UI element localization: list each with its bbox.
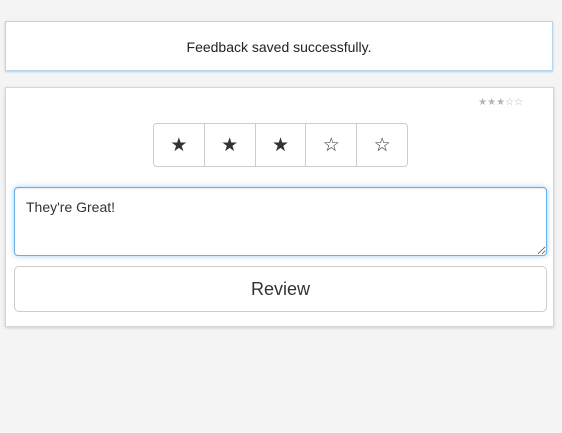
feedback-card: ★★★☆☆ ★ ★ ★ ☆ ☆ They're Great! Review (5, 87, 554, 327)
star-4-button[interactable]: ☆ (306, 124, 358, 166)
success-notification: Feedback saved successfully. (5, 21, 553, 71)
star-5-button[interactable]: ☆ (357, 124, 407, 166)
star-2-button[interactable]: ★ (204, 124, 256, 166)
star-3-button[interactable]: ★ (255, 124, 307, 166)
page: Feedback saved successfully. ★★★☆☆ ★ ★ ★… (0, 0, 562, 433)
notification-message: Feedback saved successfully. (186, 39, 372, 55)
comment-textarea[interactable]: They're Great! (14, 187, 547, 256)
star-1-button[interactable]: ★ (154, 124, 205, 166)
star-rating-group: ★ ★ ★ ☆ ☆ (153, 123, 408, 167)
rating-summary: ★★★☆☆ (478, 97, 523, 108)
review-button[interactable]: Review (14, 266, 547, 312)
